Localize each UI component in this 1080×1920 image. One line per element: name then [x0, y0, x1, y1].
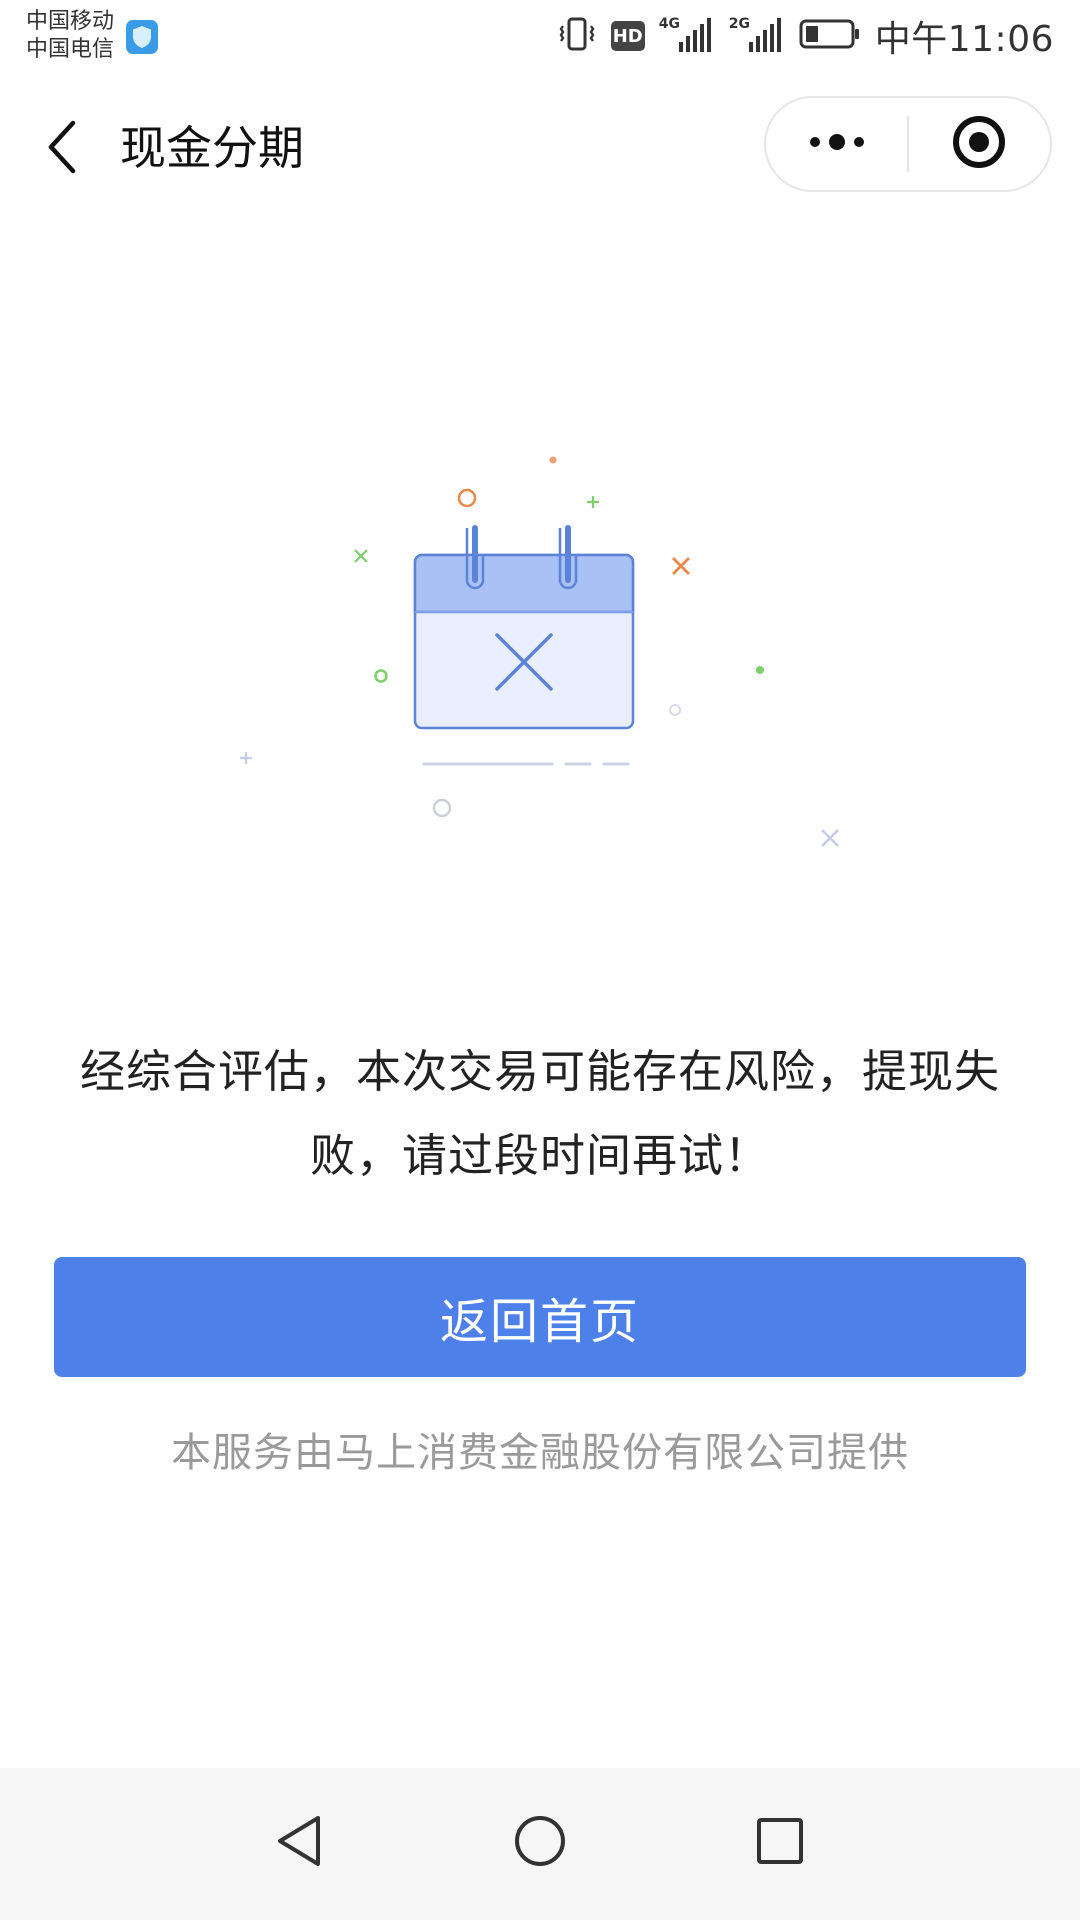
screen: 中国移动 中国电信 HD 4G 2G 中午11:06 现金分期 经综合评估，本次… — [0, 0, 1080, 1920]
page-title: 现金分期 — [120, 121, 304, 175]
carrier-2: 中国电信 — [26, 37, 115, 62]
error-illustration — [220, 430, 860, 860]
more-dots-icon — [807, 132, 867, 156]
decor-dot — [756, 666, 764, 674]
system-recents-button[interactable] — [745, 1808, 815, 1878]
error-message-line-2: 败，请过段时间再试！ — [309, 1129, 770, 1182]
decor-ring — [374, 669, 388, 683]
decor-plus — [587, 496, 599, 508]
clock: 中午11:06 — [874, 19, 1054, 60]
status-bar: 中国移动 中国电信 HD 4G 2G 中午11:06 — [0, 0, 1080, 72]
decor-ring — [432, 798, 452, 818]
circle-home-icon — [513, 1814, 567, 1872]
decor-cross — [821, 829, 839, 847]
decor-cross — [672, 557, 690, 575]
return-home-button[interactable]: 返回首页 — [54, 1257, 1026, 1377]
mini-program-capsule — [764, 96, 1052, 192]
signal-2g-icon: 2G — [729, 16, 785, 56]
calendar-cross-icon — [240, 456, 839, 847]
error-message: 经综合评估，本次交易可能存在风险，提现失 败，请过段时间再试！ — [52, 1030, 1028, 1198]
decor-dot — [549, 456, 557, 464]
system-back-button[interactable] — [264, 1808, 334, 1878]
battery-icon — [799, 18, 861, 54]
shield-icon — [126, 20, 158, 54]
target-close-icon — [951, 114, 1007, 174]
system-nav-bar — [0, 1768, 1080, 1920]
decor-ring — [669, 704, 681, 716]
more-button[interactable] — [766, 98, 907, 190]
provider-note: 本服务由马上消费金融股份有限公司提供 — [171, 1430, 909, 1476]
back-button[interactable] — [36, 114, 86, 184]
carrier-1: 中国移动 — [26, 9, 115, 34]
nav-bar: 现金分期 — [0, 88, 1080, 208]
calendar — [413, 525, 635, 730]
hd-icon: HD — [610, 21, 645, 51]
signal-4g-icon: 4G — [659, 16, 715, 56]
error-message-line-1: 经综合评估，本次交易可能存在风险，提现失 — [79, 1045, 1000, 1098]
chevron-left-icon — [45, 119, 77, 179]
decor-plus — [240, 752, 252, 764]
decor-ring — [457, 488, 477, 508]
system-home-button[interactable] — [505, 1808, 575, 1878]
close-button[interactable] — [909, 98, 1050, 190]
triangle-back-icon — [274, 1814, 324, 1872]
vibrate-icon — [557, 17, 597, 55]
carrier-info: 中国移动 中国电信 — [26, 8, 114, 64]
square-recents-icon — [755, 1816, 805, 1870]
status-right: HD 4G 2G 中午11:06 — [557, 14, 1054, 60]
decor-cross — [354, 549, 368, 563]
